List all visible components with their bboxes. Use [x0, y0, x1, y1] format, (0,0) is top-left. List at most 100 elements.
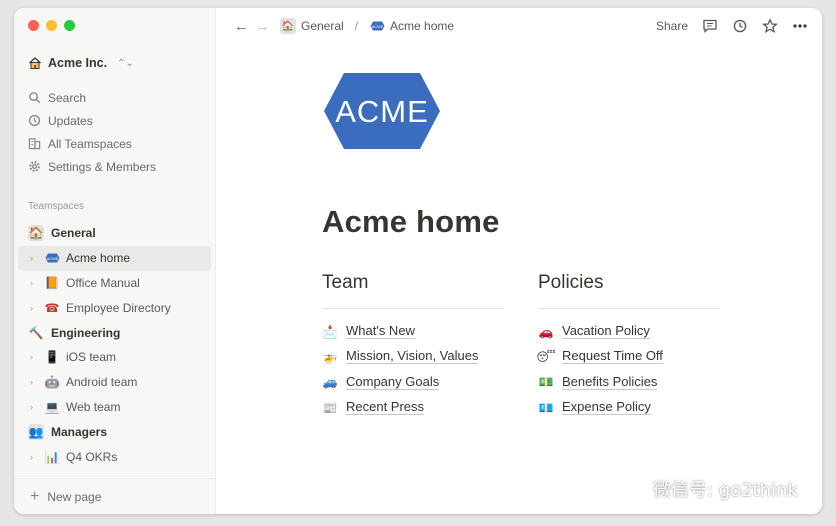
- teamspace-general[interactable]: 🏠 General: [18, 221, 211, 246]
- link-label: Benefits Policies: [562, 373, 658, 390]
- chevron-right-icon[interactable]: ›: [30, 402, 44, 412]
- comment-icon[interactable]: [702, 18, 718, 34]
- more-options-icon[interactable]: [792, 18, 808, 34]
- car-icon: 🚙: [322, 375, 338, 390]
- page-link-company-goals[interactable]: 🚙 Company Goals: [322, 370, 504, 395]
- chevron-right-icon[interactable]: ›: [30, 253, 44, 263]
- forward-arrow-icon[interactable]: →: [255, 18, 270, 35]
- page-label: Android team: [66, 375, 138, 390]
- acme-logo-mini-text: ACME: [371, 24, 383, 29]
- page-item-office-manual[interactable]: › 📙 Office Manual: [18, 271, 211, 296]
- teamspace-tree: 🏠 General › ACME Acme home › 📙 Office Ma…: [18, 221, 211, 469]
- workspace-switcher[interactable]: Acme Inc. ⌃⌄: [28, 56, 134, 70]
- house-icon: 🏠: [28, 225, 44, 242]
- star-icon[interactable]: [762, 18, 778, 34]
- page-item-android-team[interactable]: › 🤖 Android team: [18, 370, 211, 395]
- acme-logo-icon: ACME: [44, 250, 60, 266]
- breadcrumb-separator: /: [354, 19, 359, 33]
- sidebar-item-search[interactable]: Search: [28, 86, 215, 109]
- topbar: ← → 🏠 General / ACME Acme home Share: [216, 8, 822, 44]
- page-item-acme-home[interactable]: › ACME Acme home: [18, 245, 211, 271]
- app-window: Acme Inc. ⌃⌄ Search Updates All Teamspac…: [14, 8, 822, 514]
- page-link-whats-new[interactable]: 📩 What's New: [322, 319, 504, 344]
- robot-icon: 🤖: [44, 375, 60, 390]
- page-link-benefits-policies[interactable]: 💵 Benefits Policies: [538, 370, 720, 395]
- buildings-icon: [28, 138, 41, 150]
- page-item-web-team[interactable]: › 💻 Web team: [18, 395, 211, 420]
- page-label: Employee Directory: [66, 300, 171, 315]
- chevron-right-icon[interactable]: ›: [30, 352, 44, 362]
- new-page-label: New page: [47, 489, 102, 504]
- page-item-employee-directory[interactable]: › ☎ Employee Directory: [18, 295, 211, 320]
- new-page-button[interactable]: + New page: [14, 478, 215, 514]
- link-label: Recent Press: [346, 399, 425, 416]
- sidebar-item-label: Updates: [48, 113, 93, 128]
- page-label: iOS team: [66, 350, 117, 365]
- window-controls: [28, 20, 75, 31]
- people-icon: 👥: [28, 423, 44, 440]
- history-clock-icon[interactable]: [732, 18, 748, 34]
- back-arrow-icon[interactable]: ←: [234, 18, 249, 35]
- search-icon: [29, 92, 41, 104]
- plus-icon: +: [30, 487, 40, 505]
- acme-logo-mini-text: ACME: [46, 256, 58, 261]
- teamspace-managers[interactable]: 👥 Managers: [18, 419, 211, 444]
- chevron-right-icon[interactable]: ›: [30, 303, 44, 313]
- wechat-icon: [617, 478, 646, 500]
- sidebar-item-updates[interactable]: Updates: [28, 109, 215, 132]
- link-label: Expense Policy: [562, 399, 651, 416]
- book-icon: 📙: [44, 275, 60, 290]
- page-label: Acme home: [66, 251, 131, 266]
- sidebar-item-label: All Teamspaces: [48, 136, 132, 151]
- sleeping-face-icon: 😴: [536, 349, 556, 364]
- newspaper-icon: 📰: [322, 400, 338, 415]
- page-link-recent-press[interactable]: 📰 Recent Press: [322, 395, 504, 420]
- divider: [322, 308, 504, 309]
- page-link-request-time-off[interactable]: 😴 Request Time Off: [536, 344, 720, 369]
- bar-chart-icon: 📊: [44, 449, 60, 464]
- breadcrumb-current[interactable]: Acme home: [390, 19, 454, 33]
- money-icon: 💵: [538, 375, 554, 390]
- zoom-window-button[interactable]: [64, 20, 75, 31]
- helicopter-icon: 🚁: [322, 349, 338, 364]
- page-item-q4-okrs[interactable]: › 📊 Q4 OKRs: [18, 444, 211, 469]
- logo-text: ACME: [335, 94, 429, 129]
- breadcrumb: 🏠 General / ACME Acme home: [280, 18, 454, 34]
- sidebar: Acme Inc. ⌃⌄ Search Updates All Teamspac…: [14, 8, 216, 514]
- phone-icon: 📱: [44, 350, 60, 365]
- acme-logo-icon: ACME: [369, 18, 385, 34]
- workspace-name: Acme Inc.: [48, 56, 108, 70]
- share-button[interactable]: Share: [656, 19, 688, 33]
- gear-icon: [29, 161, 40, 172]
- breadcrumb-parent[interactable]: General: [301, 19, 344, 33]
- teamspaces-section-label: Teamspaces: [28, 201, 85, 212]
- teamspace-engineering[interactable]: 🔨 Engineering: [18, 320, 211, 345]
- close-window-button[interactable]: [28, 20, 39, 31]
- chevron-right-icon[interactable]: ›: [30, 377, 44, 387]
- sidebar-item-settings[interactable]: Settings & Members: [28, 155, 215, 178]
- sidebar-item-label: Settings & Members: [48, 159, 157, 174]
- house-icon: 🏠: [280, 18, 296, 34]
- page-title[interactable]: Acme home: [322, 204, 500, 240]
- page-logo: ACME: [322, 71, 442, 156]
- laptop-icon: 💻: [44, 399, 60, 414]
- link-label: Request Time Off: [562, 348, 663, 365]
- chevron-right-icon[interactable]: ›: [30, 452, 44, 462]
- car-icon: 🚗: [538, 324, 554, 339]
- sidebar-item-all-teamspaces[interactable]: All Teamspaces: [28, 132, 215, 155]
- page-link-mission[interactable]: 🚁 Mission, Vision, Values: [322, 344, 504, 369]
- minimize-window-button[interactable]: [46, 20, 57, 31]
- watermark: 微信号: go2think: [617, 476, 798, 502]
- sidebar-item-label: Search: [48, 90, 87, 105]
- envelope-icon: 📩: [322, 324, 338, 339]
- chevron-right-icon[interactable]: ›: [30, 278, 44, 288]
- page-link-vacation-policy[interactable]: 🚗 Vacation Policy: [538, 319, 720, 344]
- hammer-icon: 🔨: [28, 325, 44, 340]
- page-item-ios-team[interactable]: › 📱 iOS team: [18, 345, 211, 370]
- column-heading: Policies: [538, 272, 604, 293]
- page-label: Office Manual: [66, 275, 140, 290]
- column-heading: Team: [322, 272, 369, 293]
- chevron-up-down-icon: ⌃⌄: [117, 57, 134, 69]
- page-label: Web team: [66, 399, 121, 414]
- page-link-expense-policy[interactable]: 💶 Expense Policy: [538, 395, 720, 420]
